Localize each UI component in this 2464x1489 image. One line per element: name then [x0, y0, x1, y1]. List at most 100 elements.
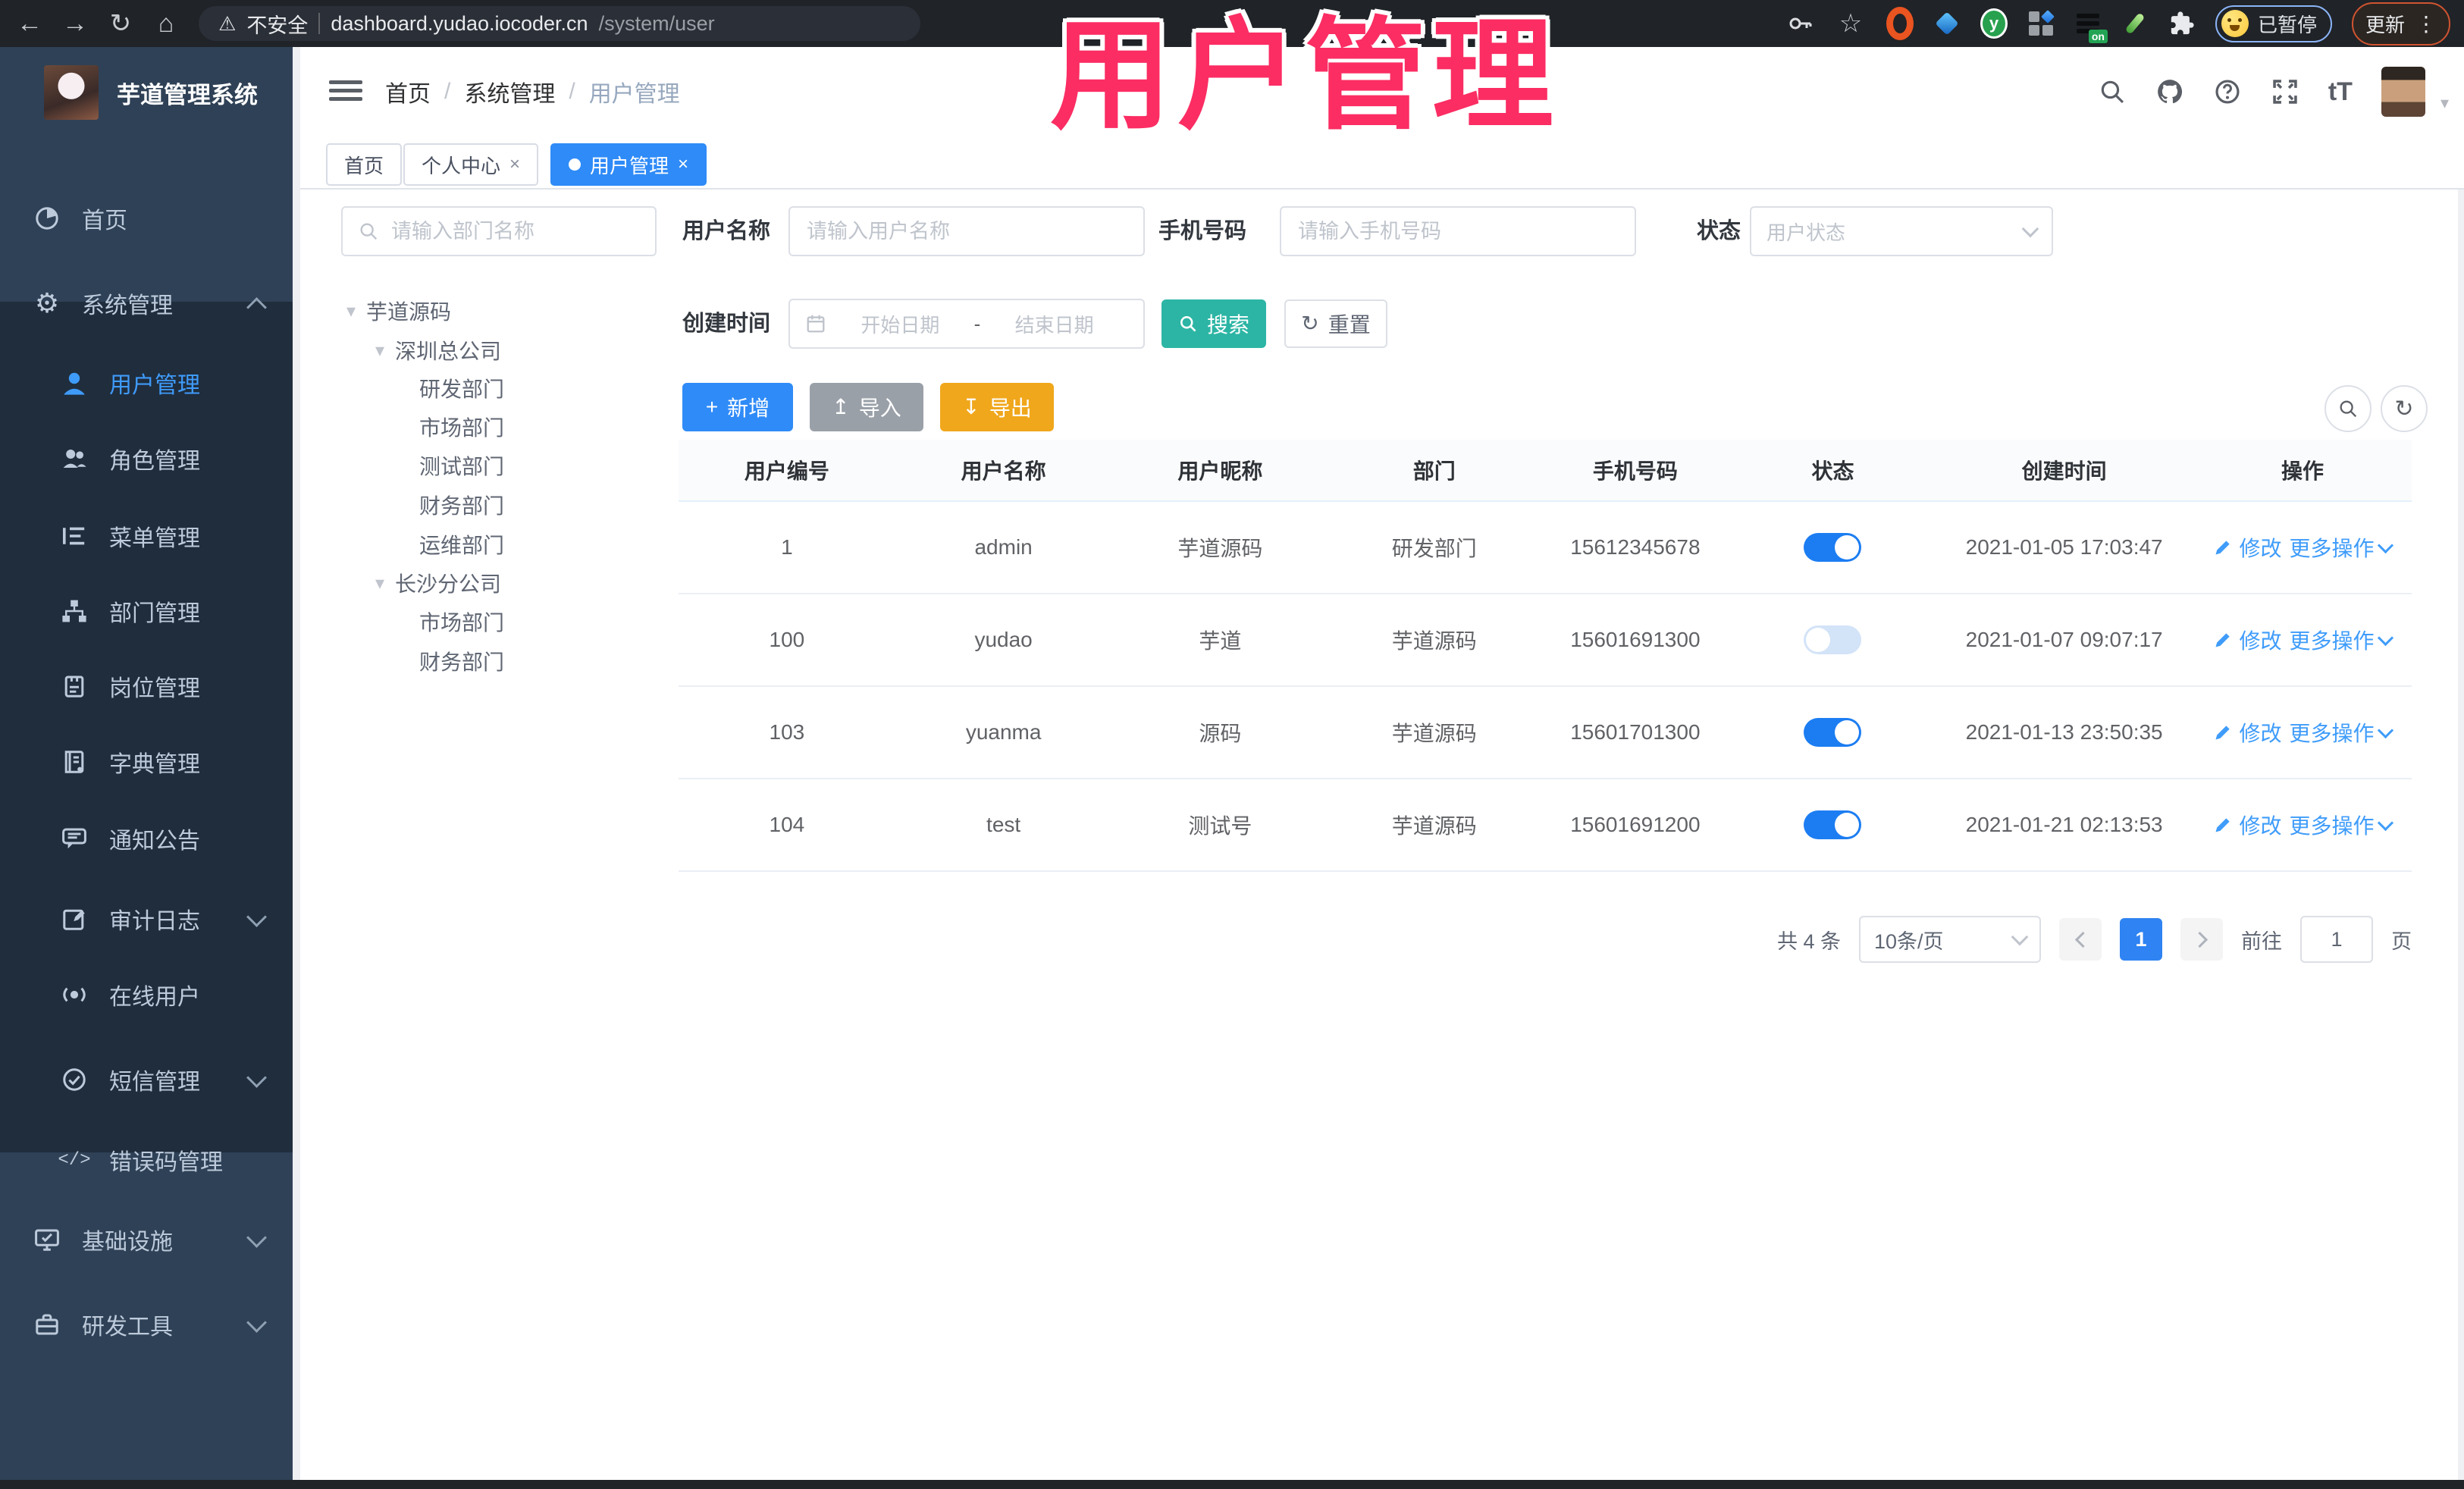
sidebar-item-error-codes[interactable]: </> 错误码管理	[0, 1122, 300, 1198]
sidebar-scrollbar[interactable]	[293, 47, 300, 1480]
status-toggle[interactable]	[1804, 533, 1862, 562]
refresh-table-button[interactable]: ↻	[2381, 385, 2428, 432]
sidebar-item-roles[interactable]: 角色管理	[0, 421, 300, 497]
sidebar-item-sms[interactable]: 短信管理	[0, 1042, 300, 1118]
export-button[interactable]: ↧ 导出	[940, 383, 1054, 431]
bookmark-star-icon[interactable]: ☆	[1835, 8, 1867, 39]
mobile-field[interactable]	[1280, 206, 1636, 256]
import-button[interactable]: ↥ 导入	[810, 383, 923, 431]
more-actions-link[interactable]: 更多操作	[2289, 810, 2394, 840]
add-button[interactable]: + 新增	[682, 383, 793, 431]
status-toggle[interactable]	[1804, 625, 1862, 654]
edit-link[interactable]: 修改	[2213, 625, 2281, 655]
sidebar-item-dict[interactable]: 字典管理	[0, 724, 300, 800]
extension-pencil-icon[interactable]	[2121, 10, 2149, 37]
tree-node-dept[interactable]: 财务部门	[419, 641, 504, 681]
extensions-puzzle-icon[interactable]	[2168, 10, 2196, 37]
edit-link[interactable]: 修改	[2213, 717, 2281, 748]
edit-link[interactable]: 修改	[2213, 810, 2281, 840]
dept-search-input[interactable]	[390, 218, 640, 244]
extension-grid-icon[interactable]	[2027, 10, 2055, 37]
sidebar-item-audit-log[interactable]: 审计日志	[0, 881, 300, 957]
extension-ubuntu-icon[interactable]	[1886, 7, 1914, 40]
breadcrumb-system[interactable]: 系统管理	[464, 75, 555, 108]
sidebar-item-notice[interactable]: 通知公告	[0, 801, 300, 876]
github-icon[interactable]	[2155, 77, 2184, 106]
mobile-input[interactable]	[1296, 218, 1619, 244]
tree-node-company[interactable]: ▾ 深圳总公司	[375, 331, 501, 370]
tree-caret-icon[interactable]: ▾	[375, 340, 384, 362]
extension-gem-icon[interactable]	[1933, 10, 1961, 37]
reload-icon[interactable]: ↻	[105, 8, 136, 39]
more-actions-link[interactable]: 更多操作	[2289, 532, 2394, 563]
goto-page-input[interactable]	[2300, 916, 2373, 963]
extension-y-circle-icon[interactable]: y	[1980, 8, 2008, 39]
app-title: 芋道管理系统	[117, 81, 258, 108]
sidebar-item-online-users[interactable]: 在线用户	[0, 957, 300, 1033]
sidebar-item-system[interactable]: ⚙ 系统管理	[0, 265, 300, 341]
edit-link[interactable]: 修改	[2213, 532, 2281, 563]
tree-node-dept[interactable]: 市场部门	[419, 602, 504, 641]
browser-profile-chip[interactable]: 已暂停	[2215, 5, 2332, 42]
tab-home[interactable]: 首页	[326, 143, 403, 186]
avatar-caret-icon[interactable]: ▾	[2440, 93, 2449, 113]
tree-node-branch[interactable]: ▾ 长沙分公司	[375, 563, 501, 603]
help-icon[interactable]	[2213, 77, 2242, 106]
tab-profile[interactable]: 个人中心 ×	[403, 143, 539, 186]
search-button[interactable]: 搜索	[1161, 299, 1266, 348]
user-avatar[interactable]	[2381, 67, 2425, 117]
extension-switch-on-icon[interactable]: on	[2074, 10, 2108, 43]
current-page-button[interactable]: 1	[2120, 918, 2162, 961]
tree-node-dept[interactable]: 市场部门	[419, 407, 504, 447]
page-size-select[interactable]: 10条/页	[1859, 916, 2041, 963]
sidebar-item-users[interactable]: 用户管理	[0, 345, 300, 421]
more-actions-link[interactable]: 更多操作	[2289, 625, 2394, 655]
reset-button[interactable]: ↻ 重置	[1284, 299, 1387, 348]
more-actions-link[interactable]: 更多操作	[2289, 717, 2394, 748]
key-icon[interactable]	[1788, 10, 1815, 37]
username-field[interactable]	[788, 206, 1145, 256]
sidebar-item-depts[interactable]: 部门管理	[0, 573, 300, 649]
page-scrollbar[interactable]	[2458, 47, 2464, 1480]
tab-user-management[interactable]: 用户管理 ×	[550, 143, 707, 186]
sidebar-item-dev-tools[interactable]: 研发工具	[0, 1287, 300, 1362]
date-range-picker[interactable]: 开始日期 - 结束日期	[788, 299, 1145, 349]
breadcrumb-home[interactable]: 首页	[385, 75, 431, 108]
not-secure-label: 不安全	[246, 14, 309, 37]
browser-update-button[interactable]: 更新 ⋮	[2351, 2, 2450, 45]
address-bar[interactable]: ⚠ 不安全 dashboard.yudao.iocoder.cn/system/…	[199, 6, 920, 41]
url-divider	[318, 13, 321, 34]
close-icon[interactable]: ×	[509, 154, 520, 175]
username-input[interactable]	[805, 218, 1128, 244]
sidebar-item-posts[interactable]: 岗位管理	[0, 648, 300, 724]
next-page-button[interactable]	[2180, 918, 2223, 961]
tree-node-dept[interactable]: 运维部门	[419, 525, 504, 564]
sidebar-item-infrastructure[interactable]: 基础设施	[0, 1202, 300, 1277]
collapse-menu-icon[interactable]	[329, 76, 362, 106]
browser-menu-kebab-icon[interactable]: ⋮	[2415, 11, 2437, 36]
tree-node-root[interactable]: ▾ 芋道源码	[346, 291, 451, 331]
fullscreen-icon[interactable]	[2271, 77, 2299, 106]
dept-search-field[interactable]	[341, 206, 657, 256]
tree-node-dept[interactable]: 财务部门	[419, 485, 504, 525]
tree-caret-icon[interactable]: ▾	[346, 300, 356, 322]
sidebar-item-menus[interactable]: 菜单管理	[0, 498, 300, 574]
font-size-icon[interactable]: tT	[2328, 77, 2353, 107]
tree-node-dept[interactable]: 测试部门	[419, 446, 504, 485]
status-toggle[interactable]	[1804, 718, 1862, 747]
tree-node-dept[interactable]: 研发部门	[419, 368, 504, 408]
toggle-search-button[interactable]	[2324, 385, 2372, 432]
forward-icon[interactable]: →	[59, 9, 91, 39]
close-icon[interactable]: ×	[678, 154, 688, 175]
sidebar-item-home[interactable]: 首页	[0, 180, 300, 256]
status-select[interactable]: 用户状态	[1750, 206, 2053, 256]
search-icon[interactable]	[2098, 77, 2127, 106]
tree-caret-icon[interactable]: ▾	[375, 572, 384, 594]
overlay-page-title: 用户管理	[1050, 8, 1560, 143]
back-icon[interactable]: ←	[14, 9, 45, 39]
app-logo-row[interactable]: 芋道管理系统	[0, 47, 300, 138]
users-table: 用户编号 用户名称 用户昵称 部门 手机号码 状态 创建时间 操作 1 admi…	[679, 440, 2412, 872]
status-toggle[interactable]	[1804, 810, 1862, 839]
home-icon[interactable]: ⌂	[150, 9, 182, 39]
prev-page-button[interactable]	[2059, 918, 2102, 961]
